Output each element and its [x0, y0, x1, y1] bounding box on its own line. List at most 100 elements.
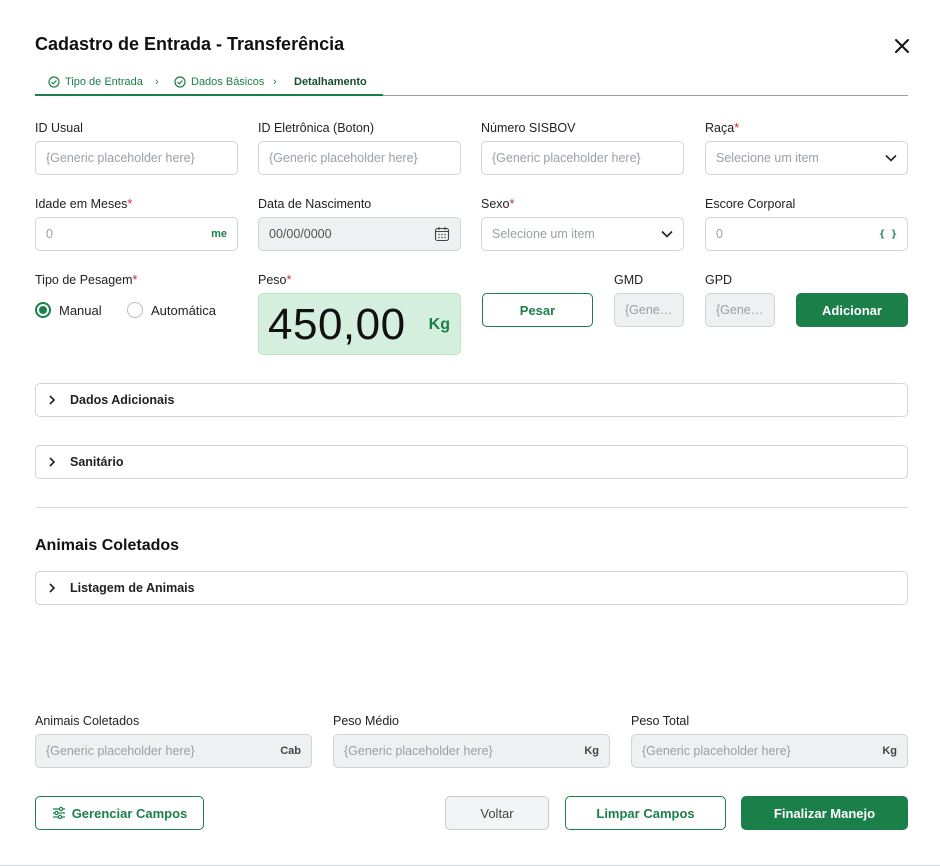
- check-circle-icon: [174, 76, 186, 88]
- summary-peso-total-input: {Generic placeholder here} Kg: [631, 734, 908, 768]
- gpd-placeholder: {Gener...: [716, 303, 764, 317]
- id-usual-input[interactable]: {Generic placeholder here}: [35, 141, 238, 175]
- escore-corporal-input[interactable]: 0 { }: [705, 217, 908, 251]
- close-icon[interactable]: [892, 36, 912, 56]
- breadcrumb-chevron-icon: ›: [155, 76, 159, 88]
- step-label: Tipo de Entrada: [65, 76, 143, 88]
- idade-meses-input[interactable]: 0 me: [35, 217, 238, 251]
- check-circle-icon: [48, 76, 60, 88]
- accordion-sanitario[interactable]: Sanitário: [35, 445, 908, 479]
- stepper: Tipo de Entrada › Dados Básicos › Detalh…: [35, 74, 908, 96]
- summary-animais-input: {Generic placeholder here} Cab: [35, 734, 312, 768]
- voltar-button[interactable]: Voltar: [445, 796, 549, 830]
- required-marker: *: [132, 273, 138, 287]
- gpd-input[interactable]: {Gener...: [705, 293, 775, 327]
- summary-animais-label: Animais Coletados: [35, 714, 140, 728]
- radio-automatica[interactable]: Automática: [127, 302, 216, 318]
- id-usual-placeholder: {Generic placeholder here}: [46, 151, 195, 165]
- sexo-label-text: Sexo: [481, 197, 510, 211]
- required-marker: *: [286, 273, 292, 287]
- animais-coletados-title: Animais Coletados: [35, 537, 180, 554]
- peso-display: 450,00 Kg: [258, 293, 461, 355]
- summary-animais-placeholder: {Generic placeholder here}: [46, 744, 195, 758]
- raca-label: Raça*: [705, 121, 739, 135]
- accordion-listagem-animais[interactable]: Listagem de Animais: [35, 571, 908, 605]
- data-nascimento-label: Data de Nascimento: [258, 197, 372, 211]
- peso-value: 450,00: [268, 300, 406, 349]
- summary-peso-medio-placeholder: {Generic placeholder here}: [344, 744, 493, 758]
- summary-peso-medio-suffix: Kg: [584, 745, 599, 757]
- sexo-select[interactable]: Selecione um item: [481, 217, 684, 251]
- chevron-down-icon: [885, 154, 897, 162]
- peso-label: Peso*: [258, 273, 291, 287]
- escore-corporal-suffix: { }: [878, 228, 897, 240]
- step-dados-basicos[interactable]: Dados Básicos: [174, 76, 264, 88]
- id-eletronica-input[interactable]: {Generic placeholder here}: [258, 141, 461, 175]
- idade-meses-label-text: Idade em Meses: [35, 197, 128, 211]
- pesar-button[interactable]: Pesar: [482, 293, 593, 327]
- summary-peso-total-suffix: Kg: [882, 745, 897, 757]
- chevron-right-icon: [49, 583, 56, 593]
- summary-peso-medio-label: Peso Médio: [333, 714, 400, 728]
- id-eletronica-placeholder: {Generic placeholder here}: [269, 151, 418, 165]
- chevron-right-icon: [49, 457, 56, 467]
- summary-peso-medio-input: {Generic placeholder here} Kg: [333, 734, 610, 768]
- step-label: Detalhamento: [294, 76, 367, 88]
- gerenciar-campos-label: Gerenciar Campos: [71, 805, 188, 821]
- tipo-pesagem-label-text: Tipo de Pesagem: [35, 273, 133, 287]
- idade-meses-label: Idade em Meses*: [35, 197, 132, 211]
- data-nascimento-input[interactable]: 00/00/0000: [258, 217, 461, 251]
- step-tipo-entrada[interactable]: Tipo de Entrada: [48, 76, 143, 88]
- sexo-label: Sexo*: [481, 197, 514, 211]
- modal-title: Cadastro de Entrada - Transferência: [35, 34, 345, 54]
- limpar-campos-button[interactable]: Limpar Campos: [565, 796, 726, 830]
- radio-manual-label: Manual: [59, 302, 102, 318]
- radio-selected-indicator: [35, 302, 51, 318]
- gmd-placeholder: {Gener...: [625, 303, 673, 317]
- accordion-label: Sanitário: [70, 455, 124, 469]
- summary-peso-total-placeholder: {Generic placeholder here}: [642, 744, 791, 758]
- accordion-dados-adicionais[interactable]: Dados Adicionais: [35, 383, 908, 417]
- peso-label-text: Peso: [258, 273, 287, 287]
- numero-sisbov-placeholder: {Generic placeholder here}: [492, 151, 641, 165]
- id-eletronica-label: ID Eletrônica (Boton): [258, 121, 375, 135]
- required-marker: *: [509, 197, 515, 211]
- adicionar-button[interactable]: Adicionar: [796, 293, 908, 327]
- accordion-label: Dados Adicionais: [70, 393, 175, 407]
- stepper-progress: [35, 94, 383, 96]
- id-usual-label: ID Usual: [35, 121, 83, 135]
- escore-corporal-label: Escore Corporal: [705, 197, 796, 211]
- gerenciar-campos-button[interactable]: Gerenciar Campos: [35, 796, 204, 830]
- peso-unit: Kg: [428, 316, 450, 333]
- summary-animais-suffix: Cab: [280, 745, 301, 757]
- raca-select[interactable]: Selecione um item: [705, 141, 908, 175]
- raca-placeholder: Selecione um item: [716, 151, 819, 165]
- entry-modal: Cadastro de Entrada - Transferência Tipo…: [0, 0, 940, 866]
- required-marker: *: [127, 197, 133, 211]
- numero-sisbov-input[interactable]: {Generic placeholder here}: [481, 141, 684, 175]
- numero-sisbov-label: Número SISBOV: [481, 121, 576, 135]
- radio-automatica-label: Automática: [151, 302, 217, 318]
- radio-unselected-indicator: [127, 302, 143, 318]
- breadcrumb-chevron-icon: ›: [273, 76, 277, 88]
- step-detalhamento[interactable]: Detalhamento: [294, 76, 367, 88]
- finalizar-manejo-button[interactable]: Finalizar Manejo: [741, 796, 908, 830]
- radio-manual[interactable]: Manual: [35, 302, 102, 318]
- required-marker: *: [734, 121, 740, 135]
- gmd-input[interactable]: {Gener...: [614, 293, 684, 327]
- idade-meses-value: 0: [46, 227, 53, 241]
- chevron-right-icon: [49, 395, 56, 405]
- idade-meses-suffix: me: [211, 228, 227, 240]
- step-label: Dados Básicos: [191, 76, 265, 88]
- accordion-label: Listagem de Animais: [70, 581, 195, 595]
- gmd-label: GMD: [614, 273, 644, 287]
- raca-label-text: Raça: [705, 121, 735, 135]
- chevron-down-icon: [661, 230, 673, 238]
- sliders-icon: [52, 806, 65, 820]
- data-nascimento-value: 00/00/0000: [269, 227, 332, 241]
- section-divider: [35, 507, 908, 508]
- sexo-placeholder: Selecione um item: [492, 227, 595, 241]
- gpd-label: GPD: [705, 273, 733, 287]
- escore-corporal-value: 0: [716, 227, 723, 241]
- calendar-icon[interactable]: [434, 226, 450, 242]
